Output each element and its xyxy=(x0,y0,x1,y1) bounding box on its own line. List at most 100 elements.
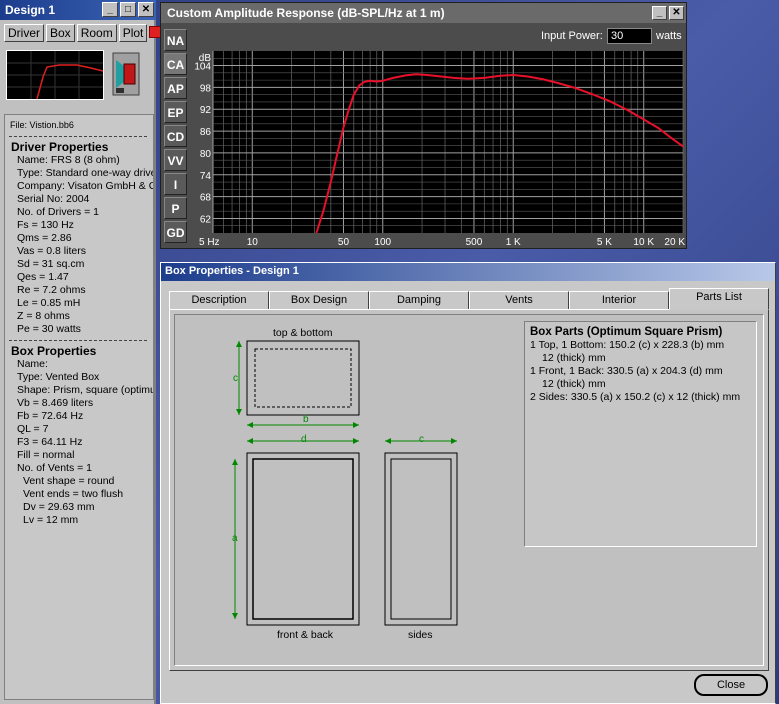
room-button[interactable]: Room xyxy=(76,24,117,42)
plot-button[interactable]: Plot xyxy=(118,24,148,42)
x-tick-label: 50 xyxy=(338,237,350,248)
input-power-unit: watts xyxy=(656,30,682,42)
dim-c-label: c xyxy=(233,373,238,384)
chart-tab-ep[interactable]: EP xyxy=(164,101,187,123)
box-property: QL = 7 xyxy=(17,423,49,435)
speaker-icon[interactable] xyxy=(112,52,140,96)
tab-description[interactable]: Description xyxy=(169,291,269,309)
parts-list-item: 1 Front, 1 Back: 330.5 (a) x 204.3 (d) m… xyxy=(530,365,723,377)
file-name: File: Vistion.bb6 xyxy=(10,120,74,130)
box-property: F3 = 64.11 Hz xyxy=(17,436,83,448)
driver-property: Company: Visaton GmbH & Co xyxy=(17,180,154,192)
parts-list-item: 1 Top, 1 Bottom: 150.2 (c) x 228.3 (b) m… xyxy=(530,339,725,351)
x-tick-label: 100 xyxy=(374,237,391,248)
driver-button[interactable]: Driver xyxy=(4,24,44,42)
parts-list-item: 12 (thick) mm xyxy=(542,378,606,390)
driver-property: Vas = 0.8 liters xyxy=(17,245,86,257)
parts-list-pane: top & bottom c b d a front & back c side… xyxy=(169,309,769,671)
x-tick-label: 5 Hz xyxy=(199,237,220,248)
x-tick-label: 500 xyxy=(466,237,483,248)
box-property: Lv = 12 mm xyxy=(23,514,79,526)
driver-property: Pe = 30 watts xyxy=(17,323,81,335)
driver-property: Name: FRS 8 (8 ohm) xyxy=(17,154,120,166)
y-axis-label: dB xyxy=(199,53,212,64)
chart-tab-ca[interactable]: CA xyxy=(164,53,187,75)
chart-tab-p[interactable]: P xyxy=(164,197,187,219)
tab-vents[interactable]: Vents xyxy=(469,291,569,309)
driver-property: Qes = 1.47 xyxy=(17,271,69,283)
chart-tab-cd[interactable]: CD xyxy=(164,125,187,147)
thumbnail-graph xyxy=(7,51,104,100)
separator xyxy=(9,340,147,341)
box-property: Type: Vented Box xyxy=(17,371,100,383)
parts-list-item: 12 (thick) mm xyxy=(542,352,606,364)
box-property: Vb = 8.469 liters xyxy=(17,397,94,409)
close-button[interactable]: Close xyxy=(694,674,768,696)
properties-list: File: Vistion.bb6 Driver Properties Name… xyxy=(4,114,154,700)
driver-property: Sd = 31 sq.cm xyxy=(17,258,85,270)
x-tick-label: 5 K xyxy=(597,237,612,248)
dim-b-label: b xyxy=(303,414,309,425)
separator xyxy=(9,136,147,137)
y-tick-label: 80 xyxy=(200,149,212,160)
box-button[interactable]: Box xyxy=(46,24,75,42)
sides-panel-drawing xyxy=(384,438,458,626)
dim-c-label: c xyxy=(419,434,424,445)
response-thumbnail[interactable] xyxy=(6,50,104,100)
box-property: Vent shape = round xyxy=(23,475,115,487)
minimize-button[interactable]: _ xyxy=(652,6,667,20)
parts-drawing-area: top & bottom c b d a front & back c side… xyxy=(174,314,764,666)
chart-tab-gd[interactable]: GD xyxy=(164,221,187,243)
minimize-button[interactable]: _ xyxy=(102,2,118,17)
parts-list-item: 2 Sides: 330.5 (a) x 150.2 (c) x 12 (thi… xyxy=(530,391,741,403)
box-property: Fill = normal xyxy=(17,449,75,461)
tab-parts-list[interactable]: Parts List xyxy=(669,288,769,310)
sides-label: sides xyxy=(408,629,433,641)
chart-tab-vv[interactable]: VV xyxy=(164,149,187,171)
dim-a-label: a xyxy=(232,533,238,544)
chart-tab-i[interactable]: I xyxy=(164,173,187,195)
top-bottom-panel-drawing xyxy=(236,340,360,428)
driver-property: Qms = 2.86 xyxy=(17,232,72,244)
y-tick-label: 68 xyxy=(200,193,212,204)
parts-list: Box Parts (Optimum Square Prism) 1 Top, … xyxy=(524,321,757,547)
driver-property: Type: Standard one-way driver xyxy=(17,167,154,179)
design-panel: Design 1 _ □ ✕ Driver Box Room Plot File… xyxy=(0,0,162,704)
driver-property: Z = 8 ohms xyxy=(17,310,70,322)
dim-d-label: d xyxy=(301,434,307,445)
close-button[interactable]: ✕ xyxy=(138,2,154,17)
driver-property: Serial No: 2004 xyxy=(17,193,90,205)
box-properties: Name: Type: Vented Box Shape: Prism, squar… xyxy=(5,358,153,527)
x-tick-label: 10 xyxy=(247,237,259,248)
x-tick-label: 20 K xyxy=(664,237,685,248)
box-properties-heading: Box Properties xyxy=(11,344,97,358)
tab-interior[interactable]: Interior xyxy=(569,291,669,309)
box-property: Fb = 72.64 Hz xyxy=(17,410,84,422)
maximize-button[interactable]: □ xyxy=(120,2,136,17)
chart-tab-ap[interactable]: AP xyxy=(164,77,187,99)
driver-properties: Name: FRS 8 (8 ohm) Type: Standard one-wa… xyxy=(5,154,153,336)
top-bottom-label: top & bottom xyxy=(273,327,333,339)
tab-box-design[interactable]: Box Design xyxy=(269,291,369,309)
dialog-tabs: Description Box Design Damping Vents Interio… xyxy=(169,288,769,310)
y-tick-label: 98 xyxy=(200,83,212,94)
chart-type-tabs: NA CA AP EP CD VV I P GD xyxy=(164,29,188,245)
input-power-label: Input Power: xyxy=(541,30,603,42)
plot-area xyxy=(213,51,683,233)
x-tick-label: 1 K xyxy=(506,237,521,248)
chart-tab-na[interactable]: NA xyxy=(164,29,187,51)
close-button[interactable]: ✕ xyxy=(669,6,684,20)
y-tick-label: 74 xyxy=(200,171,212,182)
input-power-field[interactable] xyxy=(607,28,652,44)
dialog-title: Box Properties - Design 1 xyxy=(161,263,775,281)
amplitude-response-window: Custom Amplitude Response (dB-SPL/Hz at … xyxy=(160,2,687,249)
tab-damping[interactable]: Damping xyxy=(369,291,469,309)
parts-list-heading: Box Parts (Optimum Square Prism) xyxy=(530,326,723,338)
amplitude-response-chart[interactable]: 10498928680746862dB5 Hz 10 50 100 500 1 K5 K1… xyxy=(189,47,685,249)
driver-property: Le = 0.85 mH xyxy=(17,297,81,309)
box-property: No. of Vents = 1 xyxy=(17,462,93,474)
box-property: Name: xyxy=(17,358,48,370)
box-property: Dv = 29.63 mm xyxy=(23,501,95,513)
box-property: Shape: Prism, square (optimum) xyxy=(17,384,154,396)
panel-toolbar: Driver Box Room Plot xyxy=(4,24,162,42)
